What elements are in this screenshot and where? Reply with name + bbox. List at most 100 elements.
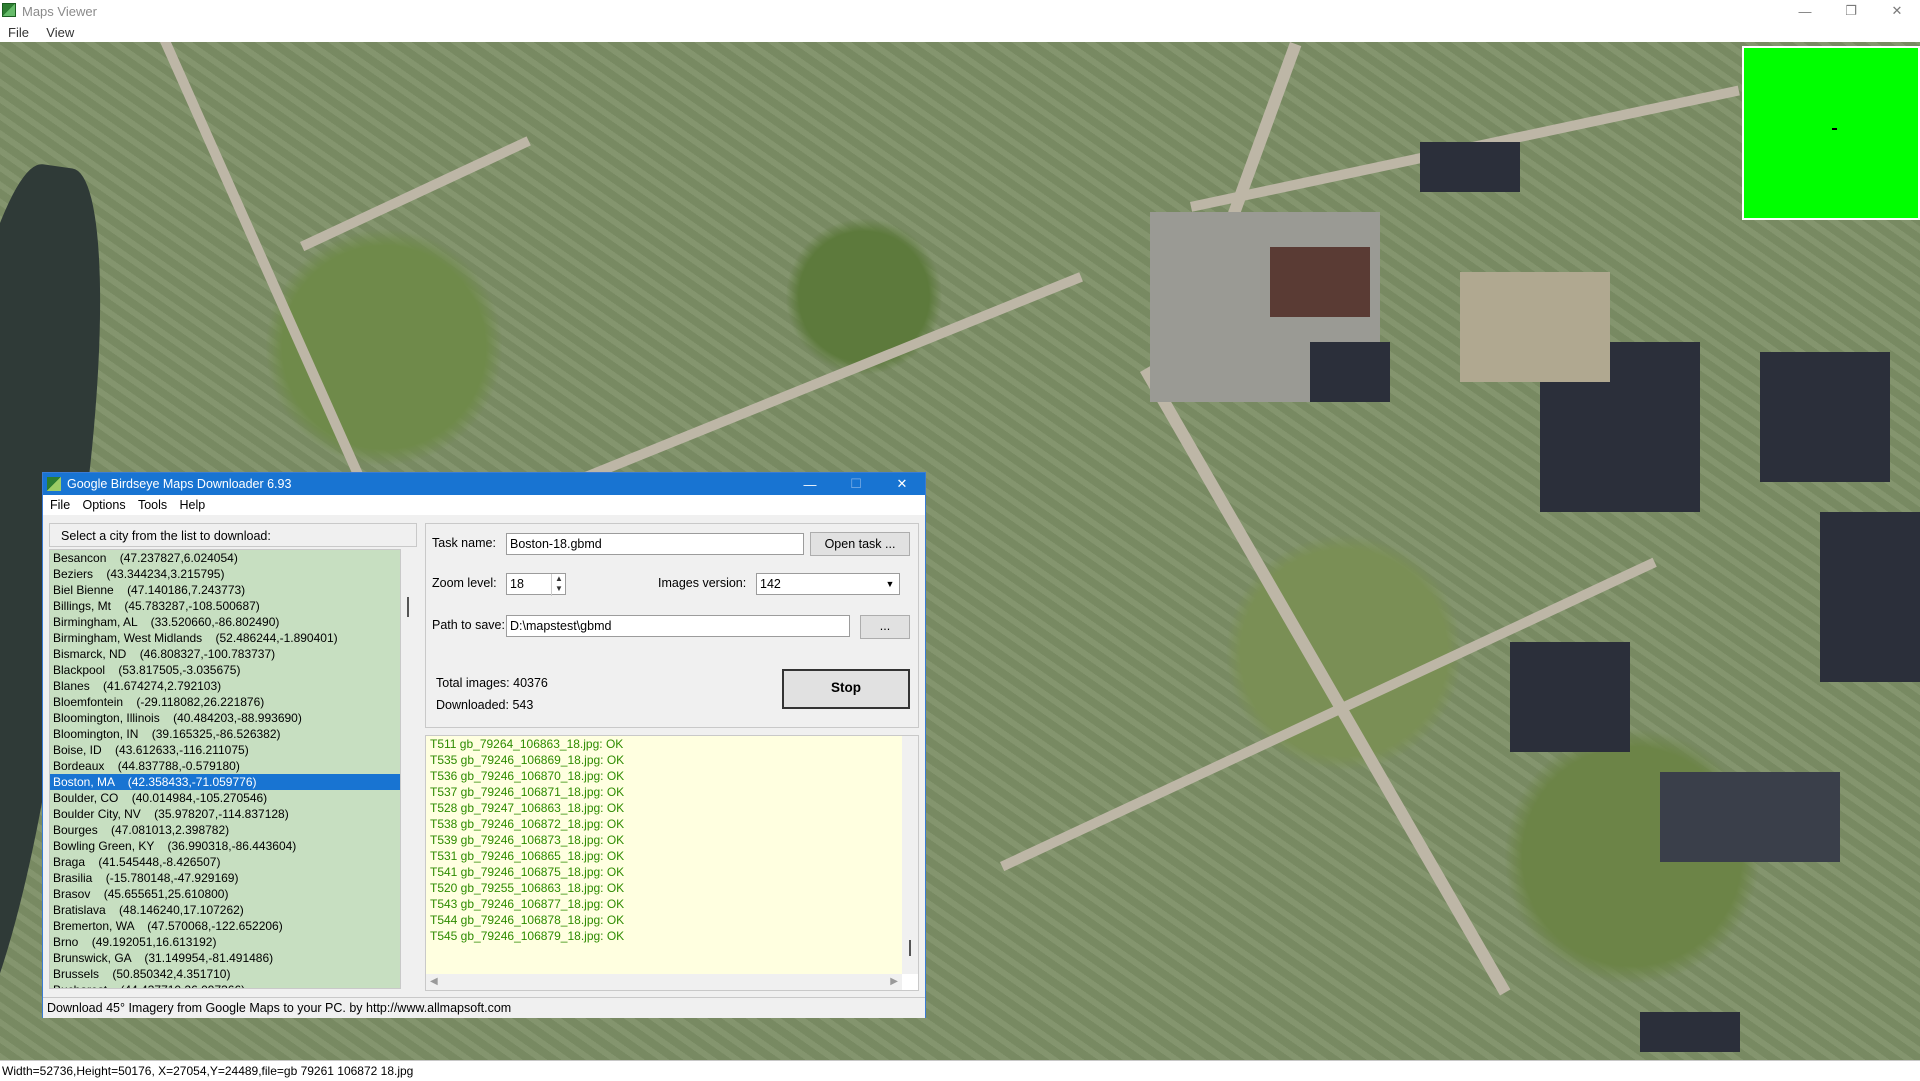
parking-lot	[1460, 272, 1610, 382]
city-name: Birmingham, AL	[53, 615, 138, 629]
images-version-select[interactable]: 142 ▼	[756, 573, 900, 595]
zoom-level-stepper[interactable]: 18 ▲ ▼	[506, 573, 566, 596]
chevron-down-icon[interactable]: ▼	[881, 574, 899, 594]
log-line: T544 gb_79246_106878_18.jpg: OK	[430, 913, 625, 927]
log-line: T531 gb_79246_106865_18.jpg: OK	[430, 849, 625, 863]
dialog-menu-options[interactable]: Options	[83, 498, 126, 512]
city-list-item[interactable]: Bloomington, Illinois (40.484203,-88.993…	[50, 710, 400, 726]
city-list-item[interactable]: Bowling Green, KY (36.990318,-86.443604)	[50, 838, 400, 854]
city-coordinates: (45.783287,-108.500687)	[124, 599, 260, 613]
dialog-menu-file[interactable]: File	[50, 498, 70, 512]
log-vertical-scrollbar[interactable]	[902, 736, 918, 974]
city-list-item[interactable]: Brasov (45.655651,25.610800)	[50, 886, 400, 902]
city-list-item[interactable]: Boulder, CO (40.014984,-105.270546)	[50, 790, 400, 806]
city-list-item[interactable]: Birmingham, West Midlands (52.486244,-1.…	[50, 630, 400, 646]
city-list-item[interactable]: Bourges (47.081013,2.398782)	[50, 822, 400, 838]
city-list-item[interactable]: Boston, MA (42.358433,-71.059776)	[50, 774, 400, 790]
city-list-item[interactable]: Boise, ID (43.612633,-116.211075)	[50, 742, 400, 758]
city-name: Bucharest	[53, 983, 107, 988]
city-name: Bloomington, IN	[53, 727, 139, 741]
building-roof	[1640, 1012, 1740, 1052]
city-list-item[interactable]: Beziers (43.344234,3.215795)	[50, 566, 400, 582]
scroll-left-icon[interactable]: ◀	[430, 976, 438, 987]
city-list-header: Select a city from the list to download:	[49, 523, 417, 547]
overview-minimap[interactable]	[1742, 46, 1920, 220]
zoom-level-label: Zoom level:	[432, 576, 497, 590]
city-list-item[interactable]: Brasilia (-15.780148,-47.929169)	[50, 870, 400, 886]
download-log-text[interactable]: T511 gb_79264_106863_18.jpg: OK T535 gb_7…	[426, 736, 902, 974]
log-line: T538 gb_79246_106872_18.jpg: OK	[430, 817, 625, 831]
log-line: T541 gb_79246_106875_18.jpg: OK	[430, 865, 625, 879]
dialog-titlebar[interactable]: Google Birdseye Maps Downloader 6.93 — ☐…	[43, 473, 925, 495]
city-coordinates: (44.837788,-0.579180)	[117, 759, 240, 773]
city-list-item[interactable]: Brussels (50.850342,4.351710)	[50, 966, 400, 982]
dialog-maximize-button: ☐	[850, 476, 862, 491]
city-name: Boulder, CO	[53, 791, 119, 805]
city-list[interactable]: Besancon (47.237827,6.024054) Beziers (43…	[49, 549, 401, 989]
city-list-item[interactable]: Bordeaux (44.837788,-0.579180)	[50, 758, 400, 774]
city-coordinates: (49.192051,16.613192)	[91, 935, 217, 949]
city-coordinates: (35.978207,-114.837128)	[154, 807, 289, 821]
city-name: Billings, Mt	[53, 599, 112, 613]
city-name: Brasilia	[53, 871, 93, 885]
open-task-button[interactable]: Open task ...	[810, 532, 910, 556]
city-list-scrollbar[interactable]	[401, 549, 417, 989]
task-name-field[interactable]: Boston-18.gbmd	[506, 533, 804, 555]
status-text: Width=52736,Height=50176, X=27054,Y=2448…	[2, 1064, 414, 1078]
city-name: Boston, MA	[53, 775, 115, 789]
city-coordinates: (40.484203,-88.993690)	[173, 711, 302, 725]
city-list-item[interactable]: Braga (41.545448,-8.426507)	[50, 854, 400, 870]
path-to-save-field[interactable]: D:\mapstest\gbmd	[506, 615, 850, 637]
restore-button[interactable]: ❐	[1828, 0, 1874, 22]
city-list-item[interactable]: Brunswick, GA (31.149954,-81.491486)	[50, 950, 400, 966]
menu-view[interactable]: View	[46, 25, 74, 40]
browse-button[interactable]: ...	[860, 615, 910, 639]
log-line: T528 gb_79247_106863_18.jpg: OK	[430, 801, 625, 815]
minimize-button[interactable]: —	[1782, 0, 1828, 22]
building-roof	[1760, 352, 1890, 482]
stop-button[interactable]: Stop	[782, 669, 910, 709]
city-list-item[interactable]: Bratislava (48.146240,17.107262)	[50, 902, 400, 918]
maps-viewer-menubar: File View	[0, 22, 1920, 42]
city-name: Bloemfontein	[53, 695, 124, 709]
dialog-title: Google Birdseye Maps Downloader 6.93	[67, 477, 292, 491]
scrollbar-thumb[interactable]	[909, 940, 911, 956]
city-list-item[interactable]: Brno (49.192051,16.613192)	[50, 934, 400, 950]
city-list-item[interactable]: Bismarck, ND (46.808327,-100.783737)	[50, 646, 400, 662]
city-name: Bourges	[53, 823, 98, 837]
city-name: Boulder City, NV	[53, 807, 141, 821]
city-list-item[interactable]: Billings, Mt (45.783287,-108.500687)	[50, 598, 400, 614]
city-list-item[interactable]: Blackpool (53.817505,-3.035675)	[50, 662, 400, 678]
city-list-item[interactable]: Bloemfontein (-29.118082,26.221876)	[50, 694, 400, 710]
city-list-item[interactable]: Birmingham, AL (33.520660,-86.802490)	[50, 614, 400, 630]
city-coordinates: (31.149954,-81.491486)	[144, 951, 274, 965]
maps-viewer-app-icon	[2, 3, 16, 17]
city-list-item[interactable]: Bremerton, WA (47.570068,-122.652206)	[50, 918, 400, 934]
city-coordinates: (-15.780148,-47.929169)	[105, 871, 239, 885]
city-list-item[interactable]: Bucharest (44.437710,26.097366)	[50, 982, 400, 988]
log-line: T511 gb_79264_106863_18.jpg: OK	[430, 737, 624, 751]
downloader-dialog: Google Birdseye Maps Downloader 6.93 — ☐…	[42, 472, 926, 1018]
images-version-label: Images version:	[658, 576, 747, 590]
dialog-menu-help[interactable]: Help	[179, 498, 205, 512]
menu-file[interactable]: File	[8, 25, 29, 40]
scrollbar-thumb[interactable]	[407, 597, 409, 617]
zoom-level-value: 18	[510, 577, 524, 591]
city-name: Blackpool	[53, 663, 106, 677]
dialog-footer-text: Download 45° Imagery from Google Maps to…	[47, 1001, 512, 1015]
city-coordinates: (44.437710,26.097366)	[120, 983, 245, 988]
city-name: Bloomington, Illinois	[53, 711, 160, 725]
dialog-minimize-button[interactable]: —	[787, 473, 833, 495]
city-list-item[interactable]: Boulder City, NV (35.978207,-114.837128)	[50, 806, 400, 822]
scroll-right-icon[interactable]: ▶	[890, 976, 898, 987]
city-list-item[interactable]: Biel Bienne (47.140186,7.243773)	[50, 582, 400, 598]
dialog-menu-tools[interactable]: Tools	[138, 498, 167, 512]
city-list-item[interactable]: Blanes (41.674274,2.792103)	[50, 678, 400, 694]
zoom-spin-buttons[interactable]: ▲ ▼	[551, 574, 566, 596]
log-horizontal-scrollbar[interactable]: ◀ ▶	[426, 974, 902, 990]
city-list-item[interactable]: Besancon (47.237827,6.024054)	[50, 550, 400, 566]
close-button[interactable]: ✕	[1874, 0, 1920, 22]
dialog-close-button[interactable]: ✕	[879, 473, 925, 495]
city-list-item[interactable]: Bloomington, IN (39.165325,-86.526382)	[50, 726, 400, 742]
city-name: Brno	[53, 935, 79, 949]
